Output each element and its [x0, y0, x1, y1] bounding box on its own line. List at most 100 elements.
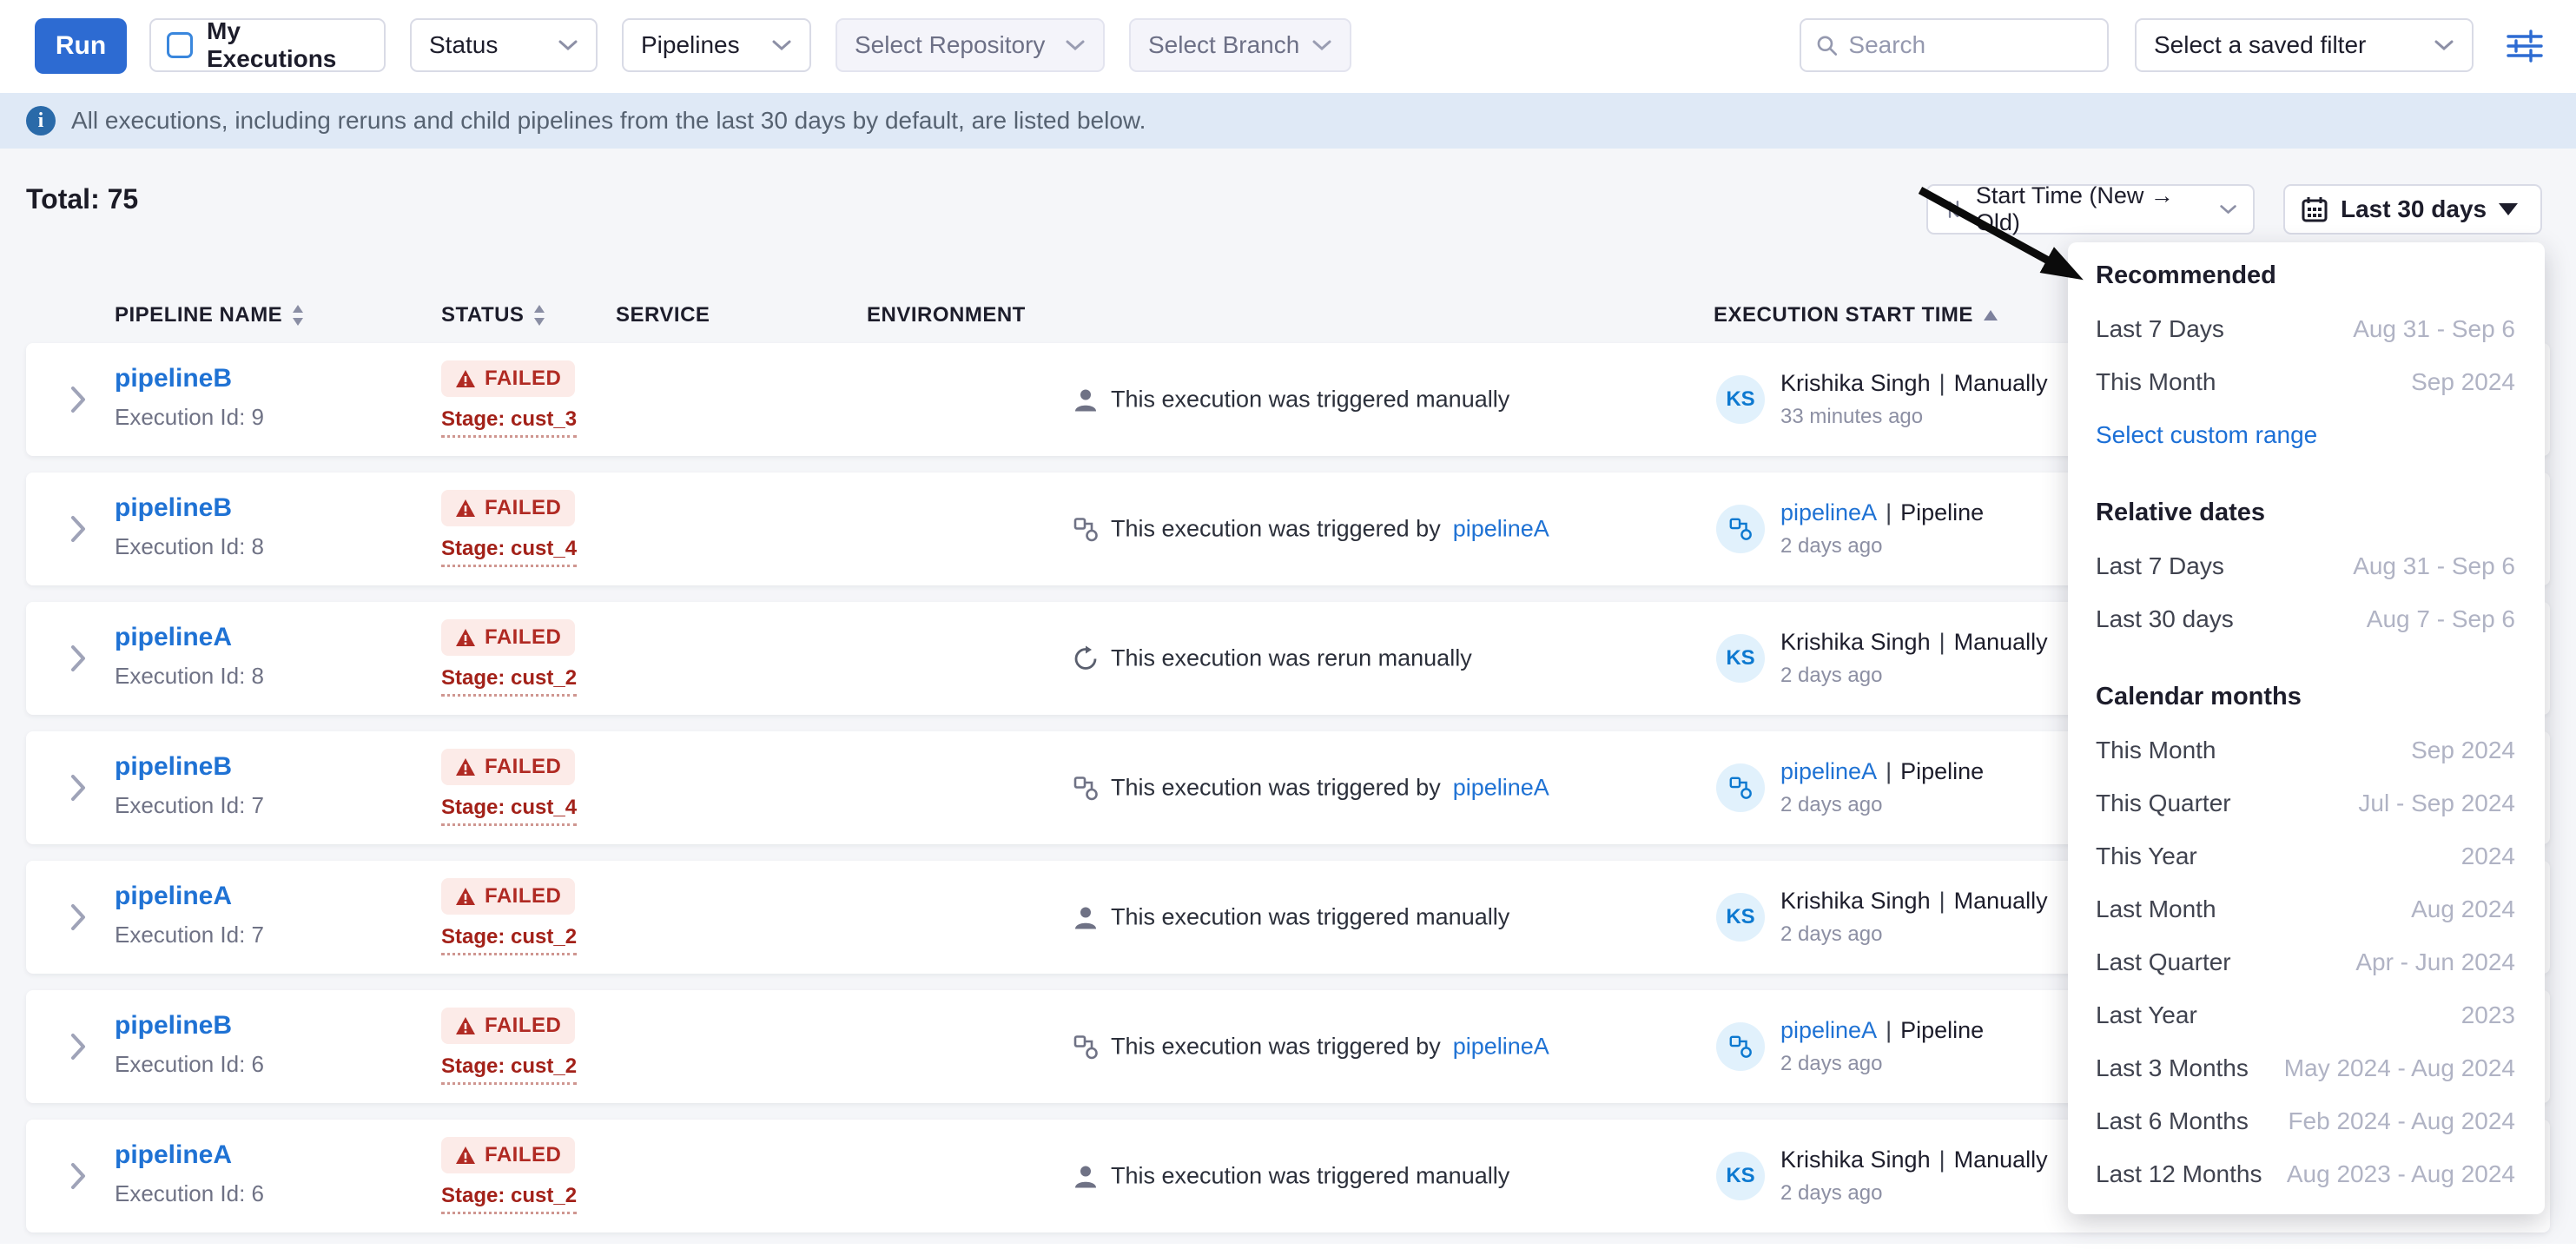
- trigger-info: This execution was triggered manually: [1073, 387, 1509, 413]
- trigger-pipeline-link[interactable]: pipelineA: [1453, 516, 1549, 543]
- trigger-info: This execution was triggered by pipeline…: [1073, 775, 1549, 802]
- trigger-message: This execution was triggered by: [1111, 1034, 1441, 1061]
- starter-details: pipelineA|Pipeline 2 days ago: [1780, 499, 1984, 558]
- starter-name: Krishika Singh: [1780, 888, 1931, 914]
- separator: |: [1939, 629, 1945, 655]
- sort-dropdown[interactable]: Start Time (New → Old): [1926, 184, 2255, 235]
- pipeline-name-link[interactable]: pipelineB: [115, 1011, 232, 1041]
- starter-name[interactable]: pipelineA: [1780, 499, 1877, 525]
- status-badge: FAILED: [441, 490, 575, 526]
- expand-chevron-icon[interactable]: [69, 644, 87, 673]
- sort-asc-icon: [1982, 308, 1999, 322]
- expand-chevron-icon[interactable]: [69, 514, 87, 544]
- trigger-message: This execution was triggered by: [1111, 775, 1441, 802]
- date-menu-item[interactable]: Last Year 2023: [2096, 988, 2515, 1041]
- column-header[interactable]: PIPELINE NAME: [115, 296, 305, 334]
- expand-chevron-icon[interactable]: [69, 902, 87, 932]
- search-box[interactable]: [1800, 18, 2109, 72]
- column-header-label: PIPELINE NAME: [115, 303, 282, 327]
- pipeline-name-link[interactable]: pipelineA: [115, 623, 232, 652]
- starter-kind: Manually: [1954, 1147, 2048, 1173]
- expand-chevron-icon[interactable]: [69, 1032, 87, 1061]
- trigger-pipeline-link[interactable]: pipelineA: [1453, 1034, 1549, 1061]
- date-menu-item[interactable]: Last 3 Months May 2024 - Aug 2024: [2096, 1041, 2515, 1094]
- pipelines-filter-dropdown[interactable]: Pipelines: [622, 18, 811, 72]
- chevron-down-icon: [2434, 39, 2454, 51]
- menu-item-list: This Month Sep 2024 This Quarter Jul - S…: [2096, 724, 2515, 1200]
- trigger-info: This execution was triggered by pipeline…: [1073, 516, 1549, 543]
- execution-start-time: 2 days ago: [1780, 922, 2048, 947]
- select-branch-label: Select Branch: [1148, 31, 1299, 59]
- date-menu-item[interactable]: Last 6 Months Feb 2024 - Aug 2024: [2096, 1094, 2515, 1147]
- failed-stage-link[interactable]: Stage: cust_2: [441, 1184, 577, 1214]
- saved-filter-dropdown[interactable]: Select a saved filter: [2135, 18, 2474, 72]
- trigger-message: This execution was triggered manually: [1111, 1163, 1509, 1190]
- select-repository-dropdown[interactable]: Select Repository: [836, 18, 1105, 72]
- date-menu-item[interactable]: This Year 2024: [2096, 829, 2515, 882]
- date-menu-item-value: 2024: [2461, 843, 2515, 870]
- execution-start-info: KS Krishika Singh|Manually 2 days ago: [1716, 629, 2048, 688]
- failed-stage-link[interactable]: Stage: cust_3: [441, 407, 577, 438]
- failed-stage-link[interactable]: Stage: cust_2: [441, 925, 577, 955]
- search-icon: [1815, 32, 1838, 58]
- select-branch-dropdown[interactable]: Select Branch: [1129, 18, 1351, 72]
- my-executions-label: My Executions: [207, 17, 368, 73]
- column-header[interactable]: EXECUTION START TIME: [1714, 296, 1999, 334]
- expand-chevron-icon[interactable]: [69, 385, 87, 414]
- date-menu-item[interactable]: Last 12 Months Aug 2023 - Aug 2024: [2096, 1147, 2515, 1200]
- date-menu-item-label: Last 12 Months: [2096, 1160, 2262, 1188]
- pipeline-name-link[interactable]: pipelineA: [115, 1140, 232, 1170]
- date-menu-item[interactable]: Select custom range: [2096, 408, 2515, 461]
- run-button[interactable]: Run: [35, 18, 127, 74]
- failed-stage-link[interactable]: Stage: cust_4: [441, 796, 577, 826]
- failed-stage-link[interactable]: Stage: cust_4: [441, 537, 577, 567]
- date-menu-item[interactable]: Last 7 Days Aug 31 - Sep 6: [2096, 302, 2515, 355]
- trigger-pipeline-link[interactable]: pipelineA: [1453, 775, 1549, 802]
- pipeline-name-link[interactable]: pipelineB: [115, 493, 232, 523]
- failed-stage-link[interactable]: Stage: cust_2: [441, 666, 577, 697]
- date-menu-item[interactable]: Last 7 Days Aug 31 - Sep 6: [2096, 539, 2515, 592]
- pipeline-name-link[interactable]: pipelineB: [115, 752, 232, 782]
- warning-triangle-icon: [455, 369, 476, 388]
- avatar-pipeline-icon: [1728, 776, 1753, 800]
- saved-filter-label: Select a saved filter: [2154, 31, 2366, 59]
- sort-arrows-icon: [1944, 197, 1964, 221]
- starter-name[interactable]: pipelineA: [1780, 758, 1877, 784]
- date-menu-item-value: Apr - Jun 2024: [2355, 948, 2515, 976]
- separator: |: [1886, 499, 1892, 525]
- my-executions-toggle[interactable]: My Executions: [149, 18, 386, 72]
- pipeline-name-link[interactable]: pipelineA: [115, 882, 232, 911]
- info-banner: All executions, including reruns and chi…: [0, 93, 2576, 149]
- menu-item-list: Last 7 Days Aug 31 - Sep 6 Last 30 days …: [2096, 539, 2515, 645]
- avatar: [1716, 505, 1765, 553]
- execution-start-info: KS Krishika Singh|Manually 33 minutes ag…: [1716, 370, 2048, 429]
- execution-id: Execution Id: 9: [115, 404, 264, 431]
- execution-start-time: 2 days ago: [1780, 793, 1984, 817]
- date-menu-item[interactable]: This Quarter Jul - Sep 2024: [2096, 776, 2515, 829]
- starter-kind: Manually: [1954, 370, 2048, 396]
- starter-details: pipelineA|Pipeline 2 days ago: [1780, 758, 1984, 817]
- pipeline-name-link[interactable]: pipelineB: [115, 364, 232, 393]
- date-menu-item[interactable]: Last Quarter Apr - Jun 2024: [2096, 935, 2515, 988]
- date-range-dropdown[interactable]: Last 30 days: [2283, 184, 2542, 235]
- execution-id: Execution Id: 6: [115, 1180, 264, 1207]
- starter-name[interactable]: pipelineA: [1780, 1017, 1877, 1043]
- date-menu-item[interactable]: This Month Sep 2024: [2096, 355, 2515, 408]
- search-input[interactable]: [1848, 31, 2093, 59]
- expand-chevron-icon[interactable]: [69, 773, 87, 803]
- filter-settings-button[interactable]: [2505, 28, 2545, 64]
- date-menu-item[interactable]: This Month Sep 2024: [2096, 724, 2515, 776]
- status-filter-dropdown[interactable]: Status: [410, 18, 598, 72]
- date-menu-item[interactable]: Last Month Aug 2024: [2096, 882, 2515, 935]
- avatar: KS: [1716, 1152, 1765, 1200]
- column-header[interactable]: STATUS: [441, 296, 546, 334]
- date-menu-item-label: Last 7 Days: [2096, 315, 2224, 343]
- my-executions-checkbox[interactable]: [167, 32, 193, 58]
- warning-triangle-icon: [455, 499, 476, 518]
- failed-stage-link[interactable]: Stage: cust_2: [441, 1054, 577, 1085]
- date-menu-item[interactable]: Last 30 days Aug 7 - Sep 6: [2096, 592, 2515, 645]
- toolbar: Run My Executions Status Pipelines Selec…: [0, 0, 2576, 93]
- expand-chevron-icon[interactable]: [69, 1161, 87, 1191]
- info-icon: [26, 106, 56, 135]
- date-menu-section: Calendar months This Month Sep 2024 This…: [2096, 671, 2515, 1200]
